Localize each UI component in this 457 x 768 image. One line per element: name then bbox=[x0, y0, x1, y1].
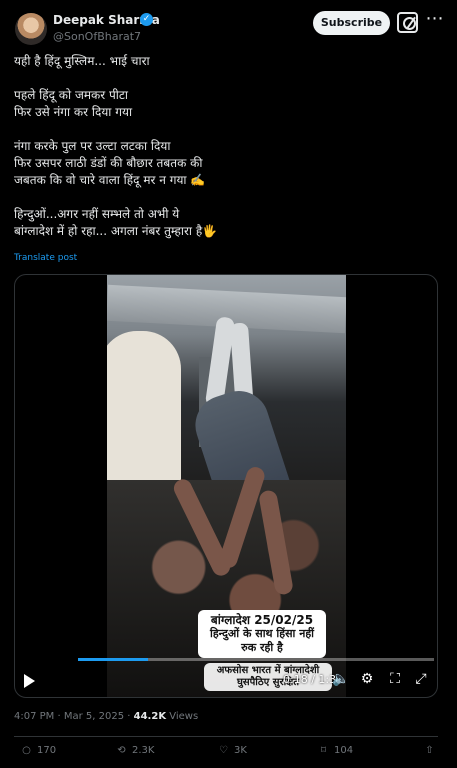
fullscreen-icon[interactable]: ⛶ bbox=[386, 670, 404, 688]
post-line-6: नंगा करके पुल पर उल्टा लटका दिया bbox=[14, 139, 171, 153]
post-time[interactable]: 4:07 PM bbox=[14, 711, 54, 722]
verified-badge-icon: ✓ bbox=[140, 13, 153, 26]
post-actions: ○ 170 ⟲ 2.3K ♡ 3K ⌑ 104 ⇧ bbox=[0, 745, 457, 765]
play-icon[interactable] bbox=[24, 674, 35, 688]
reply-button[interactable]: ○ 170 bbox=[20, 745, 56, 765]
translate-post-link[interactable]: Translate post bbox=[14, 253, 77, 263]
post-line-3: पहले हिंदू को जमकर पीटा bbox=[14, 88, 129, 102]
bookmark-button[interactable]: ⌑ 104 bbox=[317, 745, 353, 765]
video-caption-line: हिन्दुओं के साथ हिंसा नहीं bbox=[209, 627, 315, 640]
share-post-icon: ⇧ bbox=[425, 745, 434, 756]
post-line-8: जबतक कि वो चारे वाला हिंदू मर न गया ✍️ bbox=[14, 173, 206, 187]
settings-icon[interactable]: ⚙ bbox=[358, 670, 376, 688]
meta-separator: · bbox=[57, 711, 61, 722]
bookmark-icon: ⌑ bbox=[320, 745, 327, 756]
post-date[interactable]: Mar 5, 2025 bbox=[64, 711, 124, 722]
post-spacer-1 bbox=[14, 70, 434, 87]
heart-icon: ♡ bbox=[219, 745, 228, 756]
like-count: 3K bbox=[234, 745, 247, 756]
post-line-10: हिन्दुओं...अगर नहीं सम्भले तो अभी ये bbox=[14, 207, 180, 221]
repost-button[interactable]: ⟲ 2.3K bbox=[115, 745, 154, 765]
reply-icon: ○ bbox=[22, 745, 31, 756]
meta-separator: · bbox=[127, 711, 131, 722]
more-icon[interactable]: ⋯ bbox=[423, 10, 447, 34]
like-button[interactable]: ♡ 3K bbox=[217, 745, 247, 765]
post-meta: 4:07 PM · Mar 5, 2025 · 44.2K Views bbox=[14, 711, 198, 722]
reply-count: 170 bbox=[37, 745, 57, 756]
video-progress-fill bbox=[78, 658, 149, 661]
view-count: 44.2K bbox=[133, 711, 167, 722]
grok-icon[interactable] bbox=[397, 12, 418, 33]
author-handle[interactable]: @SonOfBharat7 bbox=[53, 30, 141, 43]
post-line-11: बांग्लादेश में हो रहा... अगला नंबर तुम्ह… bbox=[14, 224, 218, 238]
post-text: यही है हिंदू मुस्लिम... भाई चारा पहले हि… bbox=[14, 53, 434, 240]
volume-icon[interactable]: 🔈 bbox=[332, 670, 350, 688]
video-caption-line: रुक रही है bbox=[241, 641, 283, 654]
post-line-7: फिर उसपर लाठी डंडों की बौछार तबतक की bbox=[14, 156, 203, 170]
video-caption-line: बांग्लादेश 25/02/25 bbox=[210, 613, 314, 627]
views-label: Views bbox=[169, 711, 199, 722]
repost-icon: ⟲ bbox=[117, 745, 126, 756]
person-in-white bbox=[107, 331, 181, 501]
post-spacer-2 bbox=[14, 121, 434, 138]
share-icon[interactable]: ⤢ bbox=[412, 670, 430, 688]
video-player[interactable]: बांग्लादेश 25/02/25 हिन्दुओं के साथ हिंस… bbox=[14, 274, 438, 698]
repost-count: 2.3K bbox=[132, 745, 155, 756]
post-spacer-3 bbox=[14, 189, 434, 206]
post-line-4: फिर उसे नंगा कर दिया गया bbox=[14, 105, 133, 119]
video-progress-bar[interactable] bbox=[78, 658, 434, 661]
profile-avatar[interactable] bbox=[15, 13, 47, 45]
divider bbox=[14, 736, 438, 737]
subscribe-button[interactable]: Subscribe bbox=[313, 11, 390, 35]
bookmark-count: 104 bbox=[334, 745, 354, 756]
post-line-1: यही है हिंदू मुस्लिम... भाई चारा bbox=[14, 54, 150, 68]
post-header: Deepak Sharma ✓ @SonOfBharat7 Subscribe … bbox=[0, 0, 457, 50]
video-caption-primary: बांग्लादेश 25/02/25 हिन्दुओं के साथ हिंस… bbox=[198, 610, 326, 658]
share-post-button[interactable]: ⇧ bbox=[423, 745, 440, 765]
